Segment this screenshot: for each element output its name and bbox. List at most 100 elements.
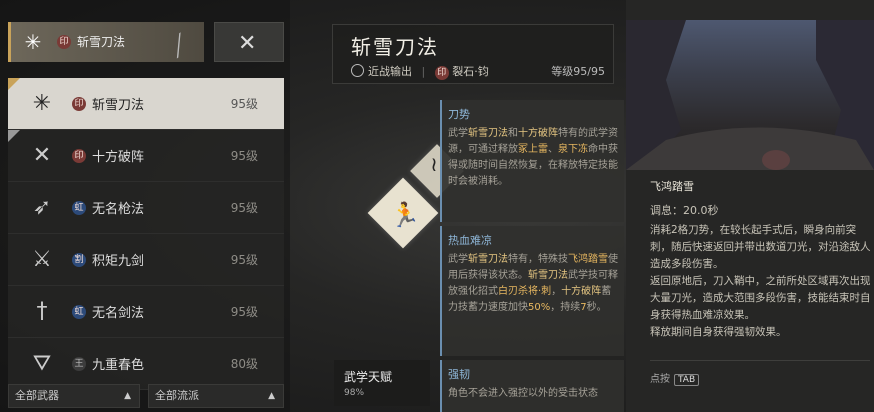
martial-list-item[interactable]: ⚔ 割积矩九剑 95级: [8, 234, 284, 286]
triangle-up-icon: ▲: [124, 391, 131, 401]
weapon-filter-dropdown[interactable]: 全部武器 ▲: [8, 384, 140, 408]
martial-level: 95级: [230, 253, 258, 267]
tooltip-body: 角色不会进入强控以外的受击状态: [448, 388, 598, 399]
highlight: 泉下冻: [558, 144, 588, 155]
tooltip-body: 武学斩雪刀法特有，特殊技飞鸿踏雪使用后获得该状态。斩雪刀法武学技可释放强化招式白…: [448, 252, 618, 316]
character-silhouette: [762, 150, 790, 170]
tooltip-heading: 刀势: [448, 108, 470, 121]
skill-source: 裂石·钧: [452, 65, 489, 78]
tooltip-blade-momentum: 刀势 武学斩雪刀法和十方破阵特有的武学资源，可通过释放冢上雷、泉下冻命中获得或随…: [440, 100, 624, 222]
dash-strike-icon: 🏃: [390, 201, 421, 230]
skill-title-box: 斩雪刀法 近战输出 | 印 裂石·钧 等级95/95: [332, 24, 614, 84]
crossed-blades-icon: ✕: [238, 31, 257, 56]
martial-name: 九重春色: [92, 358, 145, 373]
preview-scene: [626, 20, 874, 170]
skill-preview-image: [626, 20, 874, 170]
seal-icon: 割: [72, 253, 86, 267]
blade-icon: ⟋: [163, 29, 196, 65]
snowflake-blade-icon: ✳: [32, 91, 52, 116]
martial-list-item[interactable]: † 虹无名剑法 95级: [8, 286, 284, 338]
seal-icon: 印: [72, 149, 86, 163]
seal-icon: 虹: [72, 305, 86, 319]
highlight: 白刃杀将·刺: [498, 286, 552, 297]
snowflake-blade-icon: ✳: [24, 30, 42, 54]
weapon-tab-other[interactable]: ✕: [214, 22, 284, 62]
martial-name: 积矩九剑: [92, 254, 145, 269]
school-filter-label: 全部流派: [155, 389, 199, 402]
triangle-up-icon: ▲: [268, 391, 275, 401]
martial-list: ✳ 印斩雪刀法 95级 ✕ 印十方破阵 95级 ➶ 虹无名枪法 95级 ⚔ 割积矩九剑 95级 † 虹无名…: [8, 78, 284, 390]
seal-icon: 印: [434, 66, 449, 80]
text: 武学: [448, 128, 468, 139]
highlight: 十方破阵: [518, 128, 558, 139]
skill-type: 近战输出: [368, 65, 412, 78]
highlight: 飞鸿踏雪: [568, 254, 608, 265]
talent-box[interactable]: 武学天赋 98%: [334, 360, 430, 406]
tab-key: TAB: [674, 374, 700, 386]
highlight: 50%: [528, 302, 551, 313]
filter-bar: 全部武器 ▲ 全部流派 ▲: [8, 384, 284, 408]
text: 特有，特殊技: [508, 254, 568, 265]
talent-progress: 98%: [344, 388, 365, 398]
text: 武学: [448, 254, 468, 265]
weapon-tab-selected[interactable]: ✳ 印 斩雪刀法 ⟋: [8, 22, 204, 64]
detail-description: 消耗2格刀势，在较长起手式后，瞬身向前突刺，随后快速返回并带出数道刀光，对沿途敌…: [650, 224, 871, 338]
text: 秒。: [586, 302, 607, 313]
martial-list-item[interactable]: ✳ 印斩雪刀法 95级: [8, 78, 284, 130]
highlight: 斩雪刀法: [528, 270, 568, 281]
tab-hint-label: 点按: [650, 374, 670, 385]
detail-cooldown: 调息：20.0秒: [650, 204, 719, 217]
martial-level: 95级: [230, 97, 258, 111]
martial-name: 十方破阵: [92, 150, 145, 165]
weapon-filter-label: 全部武器: [15, 389, 59, 402]
martial-list-panel: ✳ 印 斩雪刀法 ⟋ ✕ ✳ 印斩雪刀法 95级 ✕ 印十方破阵 95级 ➶ 虹无名枪法 95级…: [0, 0, 290, 412]
skill-meta: 近战输出 | 印 裂石·钧: [351, 63, 489, 80]
highlight: 斩雪刀法: [468, 254, 508, 265]
martial-list-item[interactable]: ⛛ 王九重春色 80级: [8, 338, 284, 390]
equipped-badge-icon: [8, 78, 20, 90]
highlight: 冢上雷: [518, 144, 548, 155]
detail-skill-name: 飞鸿踏雪: [650, 180, 694, 193]
text: ，持续: [550, 302, 581, 313]
skill-title: 斩雪刀法: [351, 35, 439, 59]
text: ，: [551, 286, 562, 297]
martial-level: 95级: [230, 149, 258, 163]
highlight: 十方破阵: [561, 286, 602, 297]
martial-name: 斩雪刀法: [92, 98, 145, 113]
skill-level: 等级95/95: [551, 65, 605, 78]
seal-icon: 虹: [72, 201, 86, 215]
spear-icon: ➶: [32, 195, 52, 220]
martial-level: 80级: [230, 357, 258, 371]
seal-icon: 印: [72, 97, 86, 111]
slash-icon: ≀: [430, 151, 438, 176]
tooltip-heading: 热血难凉: [448, 234, 492, 247]
text: 、: [548, 144, 558, 155]
divider: [650, 360, 870, 361]
tooltip-tenacity: 强韧 角色不会进入强控以外的受击状态: [440, 360, 624, 412]
seal-icon: 王: [72, 357, 86, 371]
martial-list-item[interactable]: ➶ 虹无名枪法 95级: [8, 182, 284, 234]
martial-list-item[interactable]: ✕ 印十方破阵 95级: [8, 130, 284, 182]
no-entry-icon: [351, 64, 364, 77]
crossed-spears-icon: ✕: [32, 143, 52, 168]
martial-level: 95级: [230, 305, 258, 319]
seal-icon: 印: [57, 35, 71, 49]
highlight: 斩雪刀法: [468, 128, 508, 139]
skill-detail-panel: 飞鸿踏雪 调息：20.0秒 消耗2格刀势，在较长起手式后，瞬身向前突刺，随后快速…: [626, 0, 874, 412]
nine-swords-icon: ⚔: [32, 247, 52, 272]
talent-label: 武学天赋: [344, 370, 393, 384]
fan-icon: ⛛: [32, 351, 52, 376]
weapon-tab-label: 斩雪刀法: [77, 35, 126, 49]
martial-name: 无名剑法: [92, 306, 145, 321]
text: 和: [508, 128, 518, 139]
school-filter-dropdown[interactable]: 全部流派 ▲: [148, 384, 284, 408]
tooltip-stack: 刀势 武学斩雪刀法和十方破阵特有的武学资源，可通过释放冢上雷、泉下冻命中获得或随…: [440, 100, 624, 412]
sword-icon: †: [36, 299, 48, 324]
tooltip-hot-blood: 热血难凉 武学斩雪刀法特有，特殊技飞鸿踏雪使用后获得该状态。斩雪刀法武学技可释放…: [440, 226, 624, 356]
equipped-badge-icon: [8, 130, 20, 142]
tab-hint[interactable]: 点按 TAB: [650, 370, 700, 386]
martial-level: 95级: [230, 201, 258, 215]
martial-name: 无名枪法: [92, 202, 145, 217]
tooltip-body: 武学斩雪刀法和十方破阵特有的武学资源，可通过释放冢上雷、泉下冻命中获得或随时间自…: [448, 126, 618, 190]
tooltip-heading: 强韧: [448, 368, 470, 381]
